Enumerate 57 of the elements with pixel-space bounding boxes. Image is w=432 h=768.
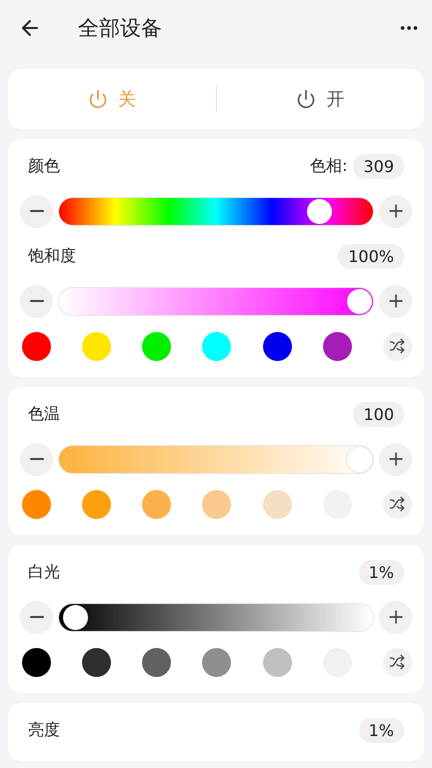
minus-button[interactable] xyxy=(20,442,53,476)
color-swatch[interactable] xyxy=(202,332,232,360)
section-title: 色温 xyxy=(28,404,61,424)
minus-icon xyxy=(30,300,44,302)
shuffle-icon xyxy=(389,496,406,512)
value-label: 色相: xyxy=(310,156,348,176)
plus-button[interactable] xyxy=(379,600,412,634)
color-swatch[interactable] xyxy=(82,332,112,360)
color-swatch[interactable] xyxy=(202,648,232,676)
section-title: 亮度 xyxy=(28,720,61,740)
power-button[interactable]: 开 xyxy=(216,86,424,112)
shuffle-button[interactable] xyxy=(382,490,412,518)
color-swatch[interactable] xyxy=(22,490,51,518)
color-swatch[interactable] xyxy=(82,648,112,676)
plus-button[interactable] xyxy=(379,284,412,318)
slider-thumb[interactable] xyxy=(306,198,332,224)
page-title: 全部设备 xyxy=(78,15,163,42)
slider-track[interactable] xyxy=(59,446,373,472)
section-title: 饱和度 xyxy=(28,246,77,266)
minus-button[interactable] xyxy=(20,284,53,318)
slider-track[interactable] xyxy=(59,288,373,314)
shuffle-icon xyxy=(389,654,406,670)
power-icon xyxy=(88,89,108,109)
slider-track[interactable] xyxy=(59,604,373,630)
value-field[interactable]: 1% xyxy=(358,718,404,742)
plus-button[interactable] xyxy=(379,194,412,228)
shuffle-button[interactable] xyxy=(382,332,412,360)
minus-icon xyxy=(30,210,44,212)
color-swatch[interactable] xyxy=(142,648,172,676)
minus-button[interactable] xyxy=(20,600,53,634)
color-swatch[interactable] xyxy=(142,332,172,360)
section-title: 颜色 xyxy=(28,156,61,176)
power-icon xyxy=(296,89,316,109)
color-swatch[interactable] xyxy=(22,332,51,360)
minus-button[interactable] xyxy=(20,194,53,228)
value-field[interactable]: 100% xyxy=(338,244,404,268)
slider-track[interactable] xyxy=(59,198,373,224)
color-swatch[interactable] xyxy=(322,332,352,360)
value-field[interactable]: 1% xyxy=(358,560,404,584)
color-swatch[interactable] xyxy=(262,490,292,518)
slider-thumb[interactable] xyxy=(347,446,372,472)
color-swatch[interactable] xyxy=(142,490,172,518)
slider-thumb[interactable] xyxy=(347,288,372,314)
color-swatch[interactable] xyxy=(262,332,292,360)
color-swatch[interactable] xyxy=(82,490,112,518)
color-swatch[interactable] xyxy=(22,648,51,676)
value-field[interactable]: 309 xyxy=(353,154,404,178)
shuffle-icon xyxy=(389,338,406,354)
section-title: 白光 xyxy=(28,562,61,582)
shuffle-button[interactable] xyxy=(382,648,412,676)
slider-thumb[interactable] xyxy=(62,604,88,630)
color-swatch[interactable] xyxy=(202,490,232,518)
plus-button[interactable] xyxy=(379,442,412,476)
color-swatch[interactable] xyxy=(262,648,292,676)
minus-icon xyxy=(30,458,44,460)
minus-icon xyxy=(30,616,44,618)
value-field[interactable]: 100 xyxy=(353,402,404,426)
